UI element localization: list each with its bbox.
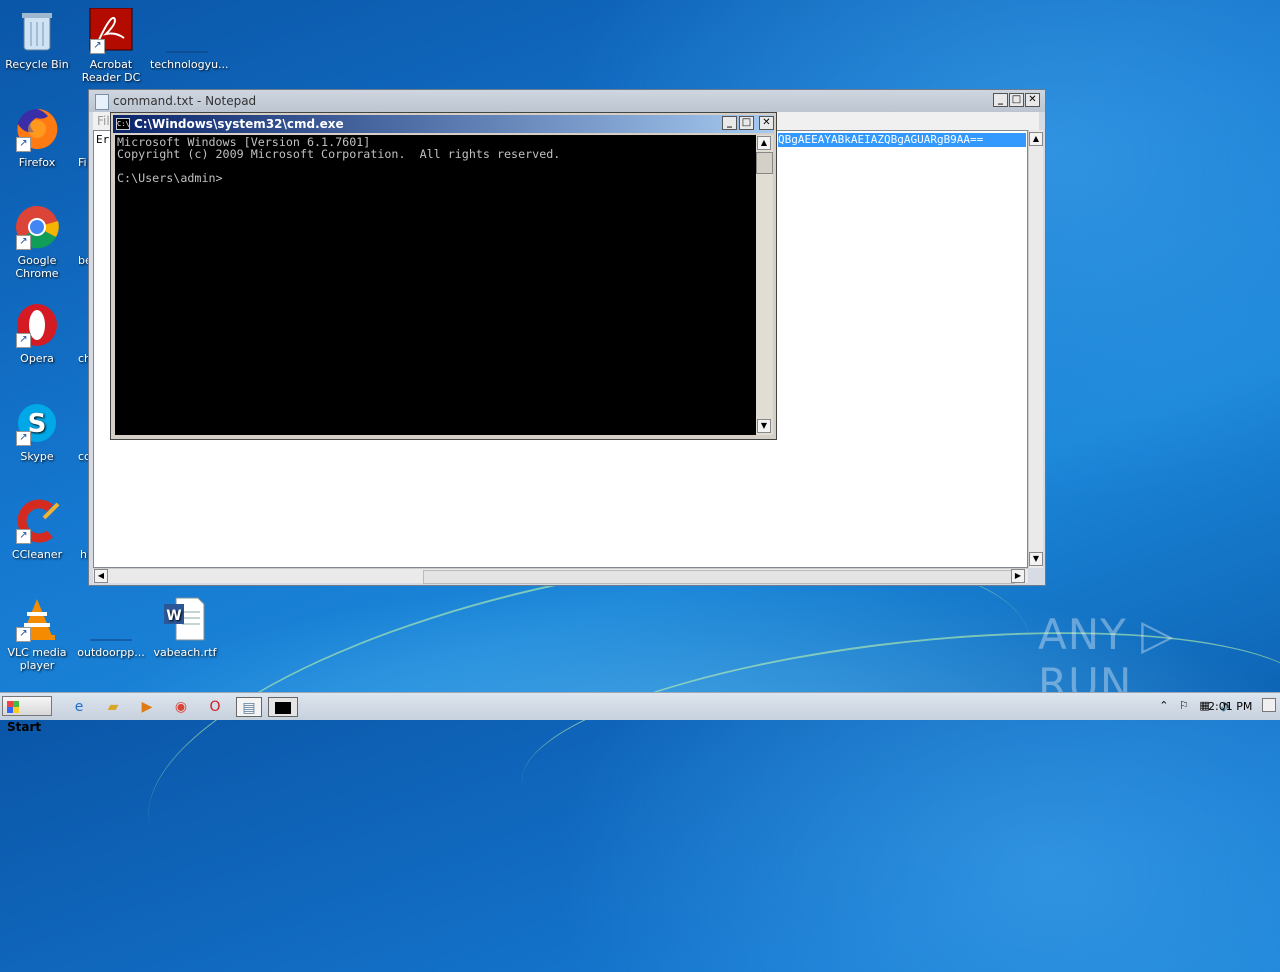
blank-file-icon — [88, 596, 134, 642]
desktop-icon-skype[interactable]: S ↗ Skype — [0, 400, 74, 463]
notepad-line-start: Er — [96, 133, 110, 146]
scrollbar-thumb[interactable] — [756, 152, 773, 174]
taskbar-explorer-icon[interactable]: ▰ — [102, 697, 124, 717]
start-label: Start — [7, 720, 42, 734]
cmd-vertical-scrollbar[interactable]: ▲ ▼ — [756, 135, 773, 435]
desktop-icon-label: Firefox — [18, 156, 56, 169]
maximize-button[interactable]: □ — [1009, 93, 1024, 107]
desktop-icon-label: Recycle Bin — [5, 58, 69, 71]
minimize-button[interactable]: _ — [993, 93, 1008, 107]
shortcut-arrow-icon: ↗ — [16, 431, 31, 446]
desktop-icon-ccleaner[interactable]: ↗ CCleaner — [0, 498, 74, 561]
taskbar: Start e ▰ ▶ ◉ O ▤ ⌃ ⚐ ▦ 🔈 2:01 PM — [0, 692, 1280, 734]
taskbar-ie-icon[interactable]: e — [68, 697, 90, 717]
notepad-title-bar[interactable]: command.txt - Notepad _ □ ✕ — [89, 90, 1045, 112]
cmd-icon: C:\ — [116, 118, 130, 130]
acrobat-icon: ↗ — [88, 7, 134, 54]
scroll-up-button[interactable]: ▲ — [1029, 132, 1043, 146]
blank-file-icon — [164, 8, 210, 54]
taskbar-cmd-icon[interactable] — [268, 697, 298, 717]
cmd-output: Microsoft Windows [Version 6.1.7601] Cop… — [117, 135, 561, 185]
desktop-icon-label: technologyu... — [150, 58, 229, 71]
scroll-down-button[interactable]: ▼ — [757, 419, 771, 433]
vlc-icon: ↗ — [14, 596, 60, 642]
menu-file[interactable]: Fil — [97, 114, 110, 128]
notepad-title: command.txt - Notepad — [113, 94, 257, 108]
minimize-button[interactable]: _ — [722, 116, 737, 130]
notepad-icon — [95, 94, 109, 110]
desktop-icon-opera[interactable]: ↗ Opera — [0, 302, 74, 365]
cmd-window[interactable]: C:\ C:\Windows\system32\cmd.exe _ □ ✕ Mi… — [110, 112, 777, 440]
desktop-icon-acrobat[interactable]: ↗ Acrobat Reader DC — [74, 7, 148, 84]
desktop-icon-firefox[interactable]: ↗ Firefox — [0, 106, 74, 169]
chrome-icon: ↗ — [14, 204, 60, 250]
clock[interactable]: 2:01 PM — [1208, 700, 1252, 713]
shortcut-arrow-icon: ↗ — [16, 627, 31, 642]
shortcut-arrow-icon: ↗ — [16, 137, 31, 152]
taskbar-opera-icon[interactable]: O — [204, 697, 226, 717]
skype-icon: S ↗ — [14, 400, 60, 446]
desktop-icon-recycle-bin[interactable]: Recycle Bin — [0, 8, 74, 71]
desktop-icon-label: vabeach.rtf — [153, 646, 217, 659]
desktop-icon-outdoor[interactable]: outdoorpp... — [74, 596, 148, 659]
scroll-right-button[interactable]: ▶ — [1011, 569, 1025, 583]
desktop-icon-label: Skype — [20, 450, 54, 463]
shortcut-arrow-icon: ↗ — [16, 333, 31, 348]
close-button[interactable]: ✕ — [759, 116, 774, 130]
shortcut-arrow-icon: ↗ — [16, 235, 31, 250]
opera-icon: ↗ — [14, 302, 60, 348]
desktop-icon-label: VLC media player — [7, 646, 67, 672]
shortcut-arrow-icon: ↗ — [90, 39, 105, 54]
maximize-button[interactable]: □ — [739, 116, 754, 130]
notepad-horizontal-scrollbar[interactable]: ◀ ▶ — [93, 568, 1028, 584]
cmd-title: C:\Windows\system32\cmd.exe — [134, 117, 344, 131]
action-center-flag-icon[interactable]: ⚐ — [1179, 699, 1189, 712]
notepad-selected-text[interactable]: QBgAEEAYABkAEIAZQBgAGUARgB9AA== — [778, 133, 1026, 147]
desktop-icon-vlc[interactable]: ↗ VLC media player — [0, 596, 74, 672]
taskbar-media-player-icon[interactable]: ▶ — [136, 697, 158, 717]
scroll-up-button[interactable]: ▲ — [757, 136, 771, 150]
ccleaner-icon: ↗ — [14, 498, 60, 544]
desktop-icon-technology[interactable]: technologyu... — [150, 8, 229, 71]
notepad-vertical-scrollbar[interactable]: ▲ ▼ — [1028, 130, 1043, 568]
scroll-down-button[interactable]: ▼ — [1029, 552, 1043, 566]
desktop-icon-vabeach[interactable]: W vabeach.rtf — [148, 596, 222, 659]
desktop-icon-label: Google Chrome — [15, 254, 59, 280]
svg-text:W: W — [166, 608, 181, 624]
hidden-icon-label: Fi — [78, 156, 87, 169]
start-button[interactable]: Start — [2, 696, 52, 734]
word-document-icon: W — [162, 596, 208, 642]
hidden-icon-label: h — [80, 548, 87, 561]
close-button[interactable]: ✕ — [1025, 93, 1040, 107]
scroll-left-button[interactable]: ◀ — [94, 569, 108, 583]
desktop-icon-label: outdoorpp... — [77, 646, 145, 659]
firefox-icon: ↗ — [14, 106, 60, 152]
tray-expand-icon[interactable]: ⌃ — [1159, 699, 1168, 712]
desktop-icon-label: Acrobat Reader DC — [81, 58, 141, 84]
show-desktop-button[interactable] — [1262, 698, 1276, 712]
cmd-title-bar[interactable]: C:\ C:\Windows\system32\cmd.exe _ □ ✕ — [113, 115, 774, 133]
desktop-icon-label: Opera — [20, 352, 54, 365]
shortcut-arrow-icon: ↗ — [16, 529, 31, 544]
taskbar-chrome-icon[interactable]: ◉ — [170, 697, 192, 717]
scrollbar-thumb[interactable] — [423, 570, 1015, 584]
desktop-icon-chrome[interactable]: ↗ Google Chrome — [0, 204, 74, 280]
windows-flag-icon — [7, 701, 19, 713]
recycle-bin-icon — [14, 8, 60, 54]
cmd-console[interactable]: Microsoft Windows [Version 6.1.7601] Cop… — [115, 135, 756, 435]
desktop-icon-label: CCleaner — [11, 548, 63, 561]
taskbar-notepad-icon[interactable]: ▤ — [236, 697, 262, 717]
